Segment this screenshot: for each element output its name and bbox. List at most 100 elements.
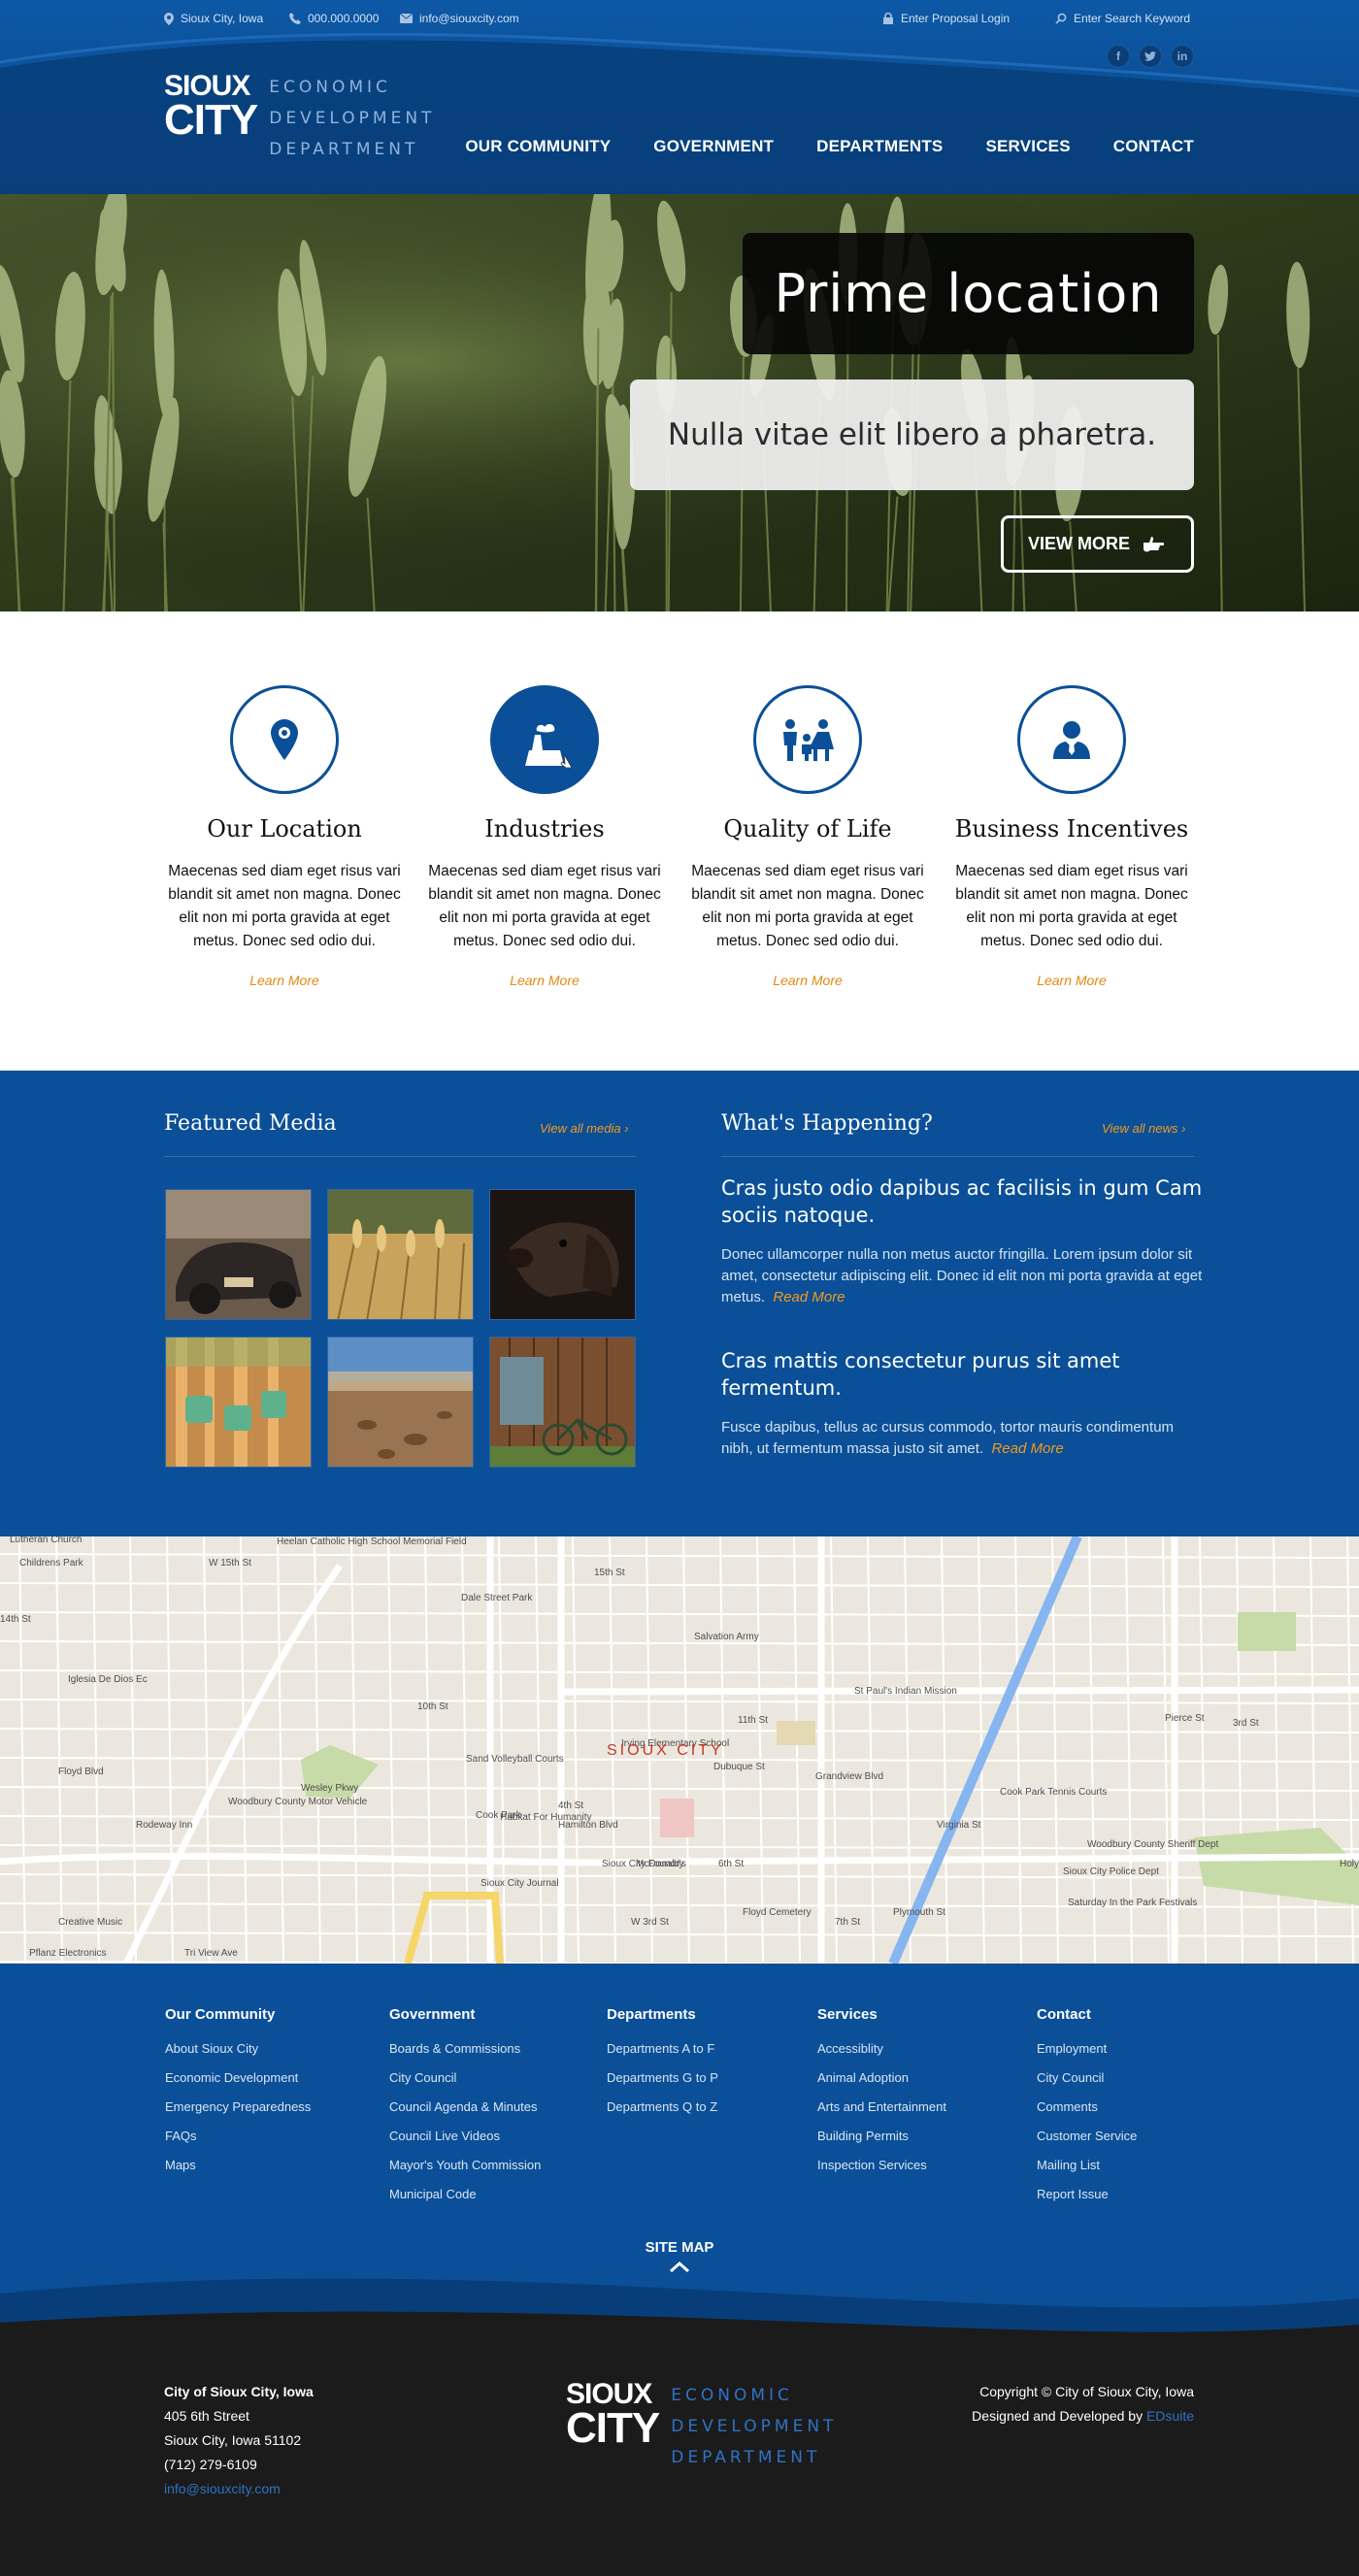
view-more-button[interactable]: VIEW MORE (1001, 515, 1194, 573)
map-label: Wesley Pkwy (301, 1783, 358, 1794)
learn-more-link[interactable]: Learn More (686, 973, 929, 988)
map-label: Sioux City Journal (481, 1878, 559, 1889)
media-thumb-bicycle[interactable] (489, 1337, 636, 1468)
footer-col-departments: Departments Departments A to F Departmen… (607, 2006, 718, 2122)
media-thumb-vintage-car[interactable] (165, 1189, 312, 1320)
footer-link[interactable]: Report Issue (1037, 2180, 1137, 2209)
logo-wordmark: SIOUX CITY (164, 70, 258, 144)
footer-logo[interactable]: SIOUX CITY ECONOMIC DEVELOPMENT DEPARTME… (566, 2380, 837, 2473)
footer-link[interactable]: Council Agenda & Minutes (389, 2093, 541, 2122)
footer-link[interactable]: Inspection Services (817, 2151, 946, 2180)
view-all-media-link[interactable]: View all media › (540, 1121, 629, 1136)
footer-link[interactable]: Economic Development (165, 2064, 311, 2093)
map-label: 3rd St (1233, 1718, 1259, 1729)
media-thumb-brushes[interactable] (165, 1337, 312, 1468)
feature-business-incentives: Business Incentives Maecenas sed diam eg… (950, 685, 1193, 988)
media-thumb-beach[interactable] (327, 1337, 474, 1468)
learn-more-link[interactable]: Learn More (423, 973, 666, 988)
map-label: Hamilton Blvd (558, 1820, 618, 1831)
footer-link[interactable]: Employment (1037, 2034, 1137, 2064)
footer-col-title: Contact (1037, 2006, 1091, 2023)
footer-link[interactable]: Boards & Commissions (389, 2034, 541, 2064)
footer-link[interactable]: Departments Q to Z (607, 2093, 718, 2122)
map-label: McDonald's (636, 1859, 686, 1869)
footer-link[interactable]: City Council (1037, 2064, 1137, 2093)
learn-more-link[interactable]: Learn More (163, 973, 406, 988)
footer-link[interactable]: Mailing List (1037, 2151, 1137, 2180)
footer-link[interactable]: Animal Adoption (817, 2064, 946, 2093)
footer-link[interactable]: Building Permits (817, 2122, 946, 2151)
feature-title: Quality of Life (723, 815, 892, 842)
map-label: 10th St (417, 1701, 448, 1712)
feature-icon-circle[interactable] (753, 685, 862, 794)
media-thumb-dog[interactable] (489, 1189, 636, 1320)
footer-link[interactable]: Accessiblity (817, 2034, 946, 2064)
feature-icon-circle[interactable] (1017, 685, 1126, 794)
footer-link[interactable]: City Council (389, 2064, 541, 2093)
media-thumb-wheat[interactable] (327, 1189, 474, 1320)
map-label: Pflanz Electronics (29, 1948, 106, 1959)
learn-more-link[interactable]: Learn More (950, 973, 1193, 988)
map-label: Woodbury County Sheriff Dept (1087, 1839, 1218, 1850)
footer-link[interactable]: Emergency Preparedness (165, 2093, 311, 2122)
nav-departments[interactable]: DEPARTMENTS (816, 137, 943, 156)
footer-link[interactable]: Comments (1037, 2093, 1137, 2122)
map-label: Woodbury County Motor Vehicle (228, 1797, 368, 1807)
footer-link[interactable]: FAQs (165, 2122, 311, 2151)
phone-info[interactable]: 000.000.0000 (289, 12, 379, 25)
footer-link[interactable]: Departments G to P (607, 2064, 718, 2093)
city-map[interactable]: Lutheran Church Heelan Catholic High Scho… (0, 1536, 1359, 1964)
footer-link[interactable]: Maps (165, 2151, 311, 2180)
designer-link[interactable]: EDsuite (1146, 2408, 1194, 2424)
site-map-toggle[interactable]: SITE MAP (0, 2239, 1359, 2277)
footer-link[interactable]: Departments A to F (607, 2034, 718, 2064)
factory-icon (525, 724, 573, 768)
map-label: 4th St (558, 1800, 583, 1811)
footer-link[interactable]: About Sioux City (165, 2034, 311, 2064)
view-all-news-link[interactable]: View all news › (1102, 1121, 1186, 1136)
map-label: Lutheran Church (10, 1536, 83, 1545)
nav-our-community[interactable]: OUR COMMUNITY (465, 137, 611, 156)
footer-link[interactable]: Customer Service (1037, 2122, 1137, 2151)
nav-government[interactable]: GOVERNMENT (653, 137, 774, 156)
footer-link[interactable]: Arts and Entertainment (817, 2093, 946, 2122)
nav-services[interactable]: SERVICES (985, 137, 1070, 156)
mail-icon (400, 14, 413, 23)
feature-industries: Industries Maecenas sed diam eget risus … (423, 685, 666, 988)
search-box[interactable]: Enter Search Keyword (1055, 12, 1190, 25)
footer-col-title: Our Community (165, 2006, 276, 2023)
map-label: Sand Volleyball Courts (466, 1754, 564, 1765)
facebook-icon[interactable]: f (1107, 45, 1130, 68)
nav-contact[interactable]: CONTACT (1113, 137, 1194, 156)
news-title[interactable]: Cras justo odio dapibus ac facilisis in … (721, 1174, 1245, 1229)
read-more-link[interactable]: Read More (773, 1289, 845, 1305)
email-link[interactable]: info@siouxcity.com (164, 2481, 281, 2496)
footer-col-government: Government Boards & Commissions City Cou… (389, 2006, 541, 2209)
feature-text: Maecenas sed diam eget risus vari blandi… (955, 863, 1188, 949)
map-label: Pierce St (1165, 1713, 1205, 1724)
email-info[interactable]: info@siouxcity.com (400, 12, 519, 25)
twitter-icon[interactable] (1139, 45, 1162, 68)
site-header: Sioux City, Iowa 000.000.0000 info@sioux… (0, 0, 1359, 194)
footer-link[interactable]: Council Live Videos (389, 2122, 541, 2151)
site-map-label: SITE MAP (645, 2239, 714, 2256)
feature-icon-circle[interactable] (490, 685, 599, 794)
linkedin-icon[interactable]: in (1171, 45, 1194, 68)
news-title[interactable]: Cras mattis consectetur purus sit amet f… (721, 1347, 1245, 1402)
footer-link[interactable]: Mayor's Youth Commission (389, 2151, 541, 2180)
proposal-login-text: Enter Proposal Login (901, 12, 1011, 25)
map-label: St Paul's Indian Mission (854, 1686, 957, 1697)
chevron-up-icon (670, 2261, 689, 2273)
site-logo[interactable]: SIOUX CITY ECONOMIC DEVELOPMENT DEPARTME… (164, 72, 435, 165)
map-city-label: SIOUX CITY (607, 1742, 724, 1759)
map-label: W 3rd St (631, 1917, 669, 1928)
chevron-right-icon: › (624, 1121, 629, 1136)
search-input[interactable]: Enter Search Keyword (1074, 12, 1190, 25)
map-label: Floyd Blvd (58, 1767, 104, 1777)
footer-link[interactable]: Municipal Code (389, 2180, 541, 2209)
map-label: Plymouth St (893, 1907, 945, 1918)
proposal-login-link[interactable]: Enter Proposal Login (882, 12, 1010, 25)
map-label: 11th St (738, 1715, 768, 1726)
read-more-link[interactable]: Read More (991, 1440, 1063, 1457)
feature-icon-circle[interactable] (230, 685, 339, 794)
